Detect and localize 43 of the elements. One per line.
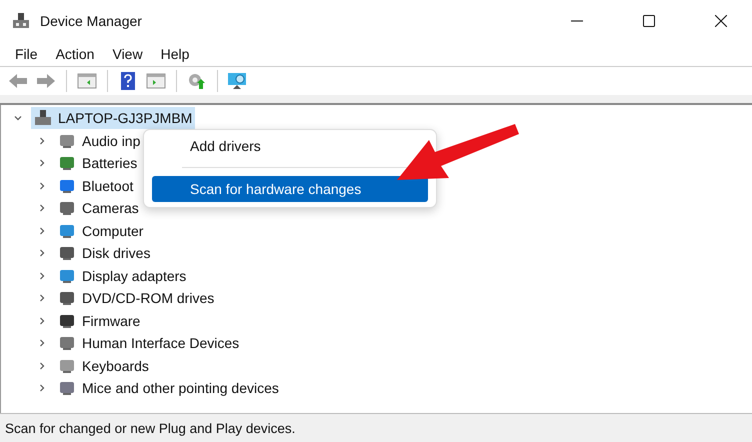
tree-item[interactable]: Cameras (55, 197, 142, 220)
tree-item[interactable]: Disk drives (55, 242, 154, 264)
status-text: Scan for changed or new Plug and Play devices. (0, 413, 752, 442)
maximize-icon (643, 15, 655, 27)
tree-item[interactable]: DVD/CD-ROM drives (55, 287, 218, 310)
menu-item[interactable]: File (6, 46, 47, 62)
tree-item[interactable]: Batteries (55, 152, 140, 174)
device-icon (58, 154, 76, 172)
expand-icon[interactable] (37, 338, 47, 348)
context-menu-item[interactable]: Scan for hardware changes (152, 176, 428, 202)
tree-item[interactable]: Computer (55, 220, 146, 242)
menu-item[interactable]: View (103, 46, 152, 62)
device-icon (58, 379, 76, 398)
expand-icon[interactable] (37, 360, 47, 371)
device-icon (58, 334, 76, 352)
menu-item[interactable]: Action (46, 46, 104, 62)
expand-icon[interactable] (37, 293, 47, 304)
expand-icon[interactable] (37, 226, 47, 236)
tree-item[interactable]: Keyboards (55, 354, 152, 377)
expand-icon[interactable] (37, 136, 47, 146)
device-icon (58, 289, 76, 308)
expand-icon[interactable] (37, 203, 47, 214)
computer-icon (34, 109, 52, 128)
expand-icon[interactable] (37, 248, 47, 258)
tree-item[interactable]: LAPTOP-GJ3PJMBM (31, 107, 196, 130)
tree-item[interactable]: Mice and other pointing devices (55, 377, 282, 400)
device-icon (58, 244, 76, 262)
expand-icon[interactable] (37, 180, 47, 191)
tree-item[interactable]: Display adapters (55, 264, 190, 287)
tree-item[interactable]: Audio inp (55, 130, 144, 152)
menu-item[interactable]: Help (152, 46, 198, 62)
window-title: Device Manager (40, 13, 143, 29)
close-icon (715, 15, 727, 27)
tree-item[interactable]: Firmware (55, 310, 144, 332)
expand-icon[interactable] (37, 383, 47, 394)
computer-icon (12, 12, 30, 30)
context-menu-item[interactable]: Add drivers (152, 133, 269, 159)
device-icon (58, 199, 76, 218)
expand-icon[interactable] (37, 270, 47, 281)
tree-item[interactable]: Bluetoot (55, 174, 136, 197)
tree-item[interactable]: Human Interface Devices (55, 332, 242, 354)
expand-icon[interactable] (37, 316, 47, 326)
expand-icon[interactable] (37, 158, 47, 168)
